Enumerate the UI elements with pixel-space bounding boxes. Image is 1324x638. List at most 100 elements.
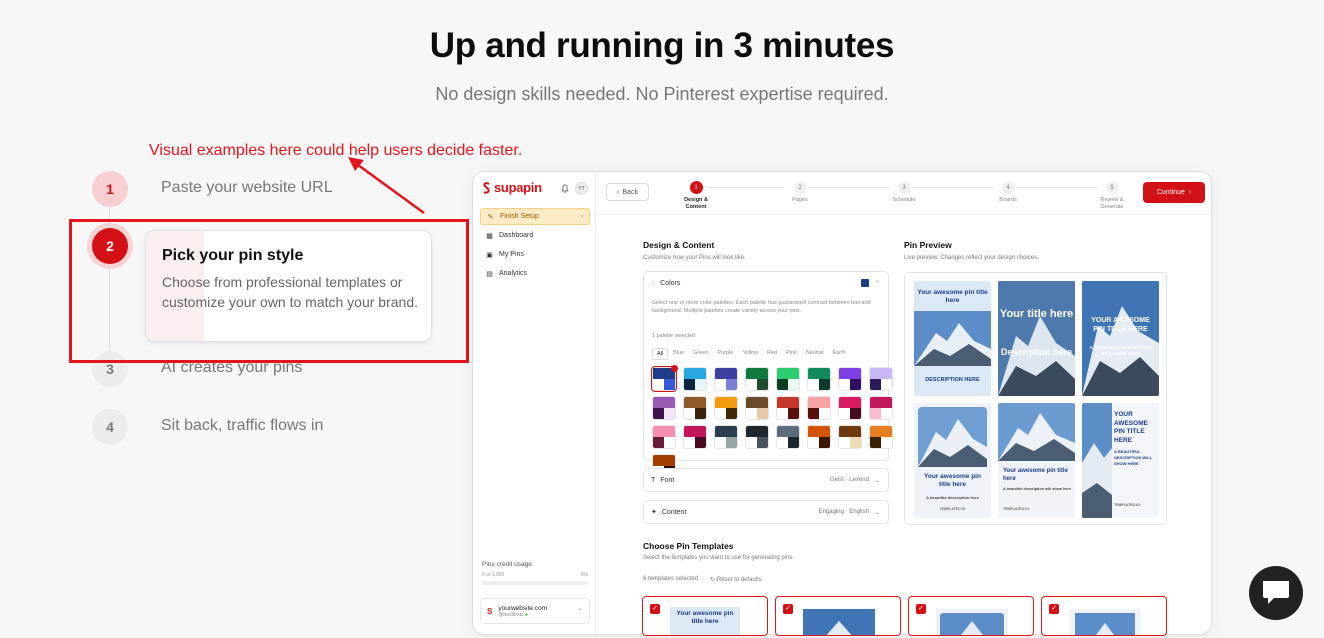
logo[interactable]: supapin: [482, 180, 542, 195]
back-button[interactable]: ‹ Back: [606, 183, 649, 201]
color-palette-swatch[interactable]: [807, 396, 831, 420]
chevron-down-icon: ⌄: [874, 477, 880, 484]
color-palette-swatch[interactable]: [807, 425, 831, 449]
site-switcher[interactable]: S yourwebsite.com @bestfindz ● ⌃: [480, 598, 590, 624]
supapin-logo-icon: [483, 181, 490, 194]
credit-percent: 0%: [580, 572, 588, 578]
filter-yellow[interactable]: Yellow: [738, 348, 762, 360]
step-1[interactable]: 1 Paste your website URL: [92, 171, 333, 207]
pin-preview-4[interactable]: Your awesome pin title here A beautiful …: [914, 403, 991, 518]
color-palette-swatch[interactable]: [714, 367, 738, 391]
chevron-right-icon: ›: [581, 213, 583, 220]
avatar[interactable]: YT: [575, 182, 588, 195]
color-palette-swatch[interactable]: [652, 396, 676, 420]
color-palette-swatch[interactable]: [776, 396, 800, 420]
template-checkbox[interactable]: ✓: [1049, 604, 1059, 614]
chart-icon: ▤: [486, 270, 493, 278]
color-palette-swatch[interactable]: [745, 396, 769, 420]
image-icon: ▣: [486, 251, 493, 259]
nav-item-analytics[interactable]: ▤ Analytics: [480, 265, 590, 282]
step-4[interactable]: 4 Sit back, traffic flows in: [92, 409, 323, 445]
color-palette-swatch[interactable]: [714, 396, 738, 420]
color-palette-swatch[interactable]: [776, 425, 800, 449]
filter-green[interactable]: Green: [689, 348, 712, 360]
color-palette-swatch[interactable]: [683, 367, 707, 391]
color-palette-swatch[interactable]: [651, 365, 678, 392]
template-checkbox[interactable]: ✓: [916, 604, 926, 614]
sparkle-icon: ✦: [651, 509, 657, 516]
filter-blue[interactable]: Blue: [669, 348, 688, 360]
preview-title: Pin Preview: [904, 240, 952, 250]
template-card-3[interactable]: ✓: [908, 596, 1034, 636]
content-panel[interactable]: ✦ Content Engaging · English ⌄: [643, 500, 889, 524]
chevron-down-icon: ⌄: [874, 509, 880, 516]
color-palette-swatch[interactable]: [714, 425, 738, 449]
site-name: yourwebsite.com: [498, 604, 548, 612]
color-palette-swatch[interactable]: [807, 367, 831, 391]
colors-count: 1 palette selected: [652, 333, 696, 339]
color-palette-swatch[interactable]: [745, 367, 769, 391]
step-4-label: Sit back, traffic flows in: [161, 417, 324, 434]
pin-preview-3[interactable]: YOUR AWESOME PIN TITLE HERE A BEAUTIFUL …: [1082, 281, 1159, 396]
reset-defaults-link[interactable]: ↻ Reset to defaults: [710, 576, 762, 583]
filter-earth[interactable]: Earth: [829, 348, 850, 360]
step-1-number: 1: [92, 171, 128, 207]
sidebar: supapin YT ✎ Finish Setup › ▦ Dashboard …: [473, 172, 596, 634]
font-icon: T: [651, 476, 656, 484]
pin-preview-5[interactable]: Your awesome pin title here A beautiful …: [998, 403, 1075, 518]
color-palette-swatch[interactable]: [652, 425, 676, 449]
content-value: Engaging · English: [818, 509, 869, 515]
wizard-step-1[interactable]: 1 Design & Content: [673, 181, 719, 211]
filter-purple[interactable]: Purple: [713, 348, 737, 360]
wizard-step-3[interactable]: 3 Schedule: [881, 181, 927, 204]
color-palette-swatch[interactable]: [745, 425, 769, 449]
font-panel[interactable]: T Font Geist · Lexend ⌄: [643, 468, 889, 492]
filter-all[interactable]: All: [652, 348, 669, 360]
wizard-step-4[interactable]: 4 Boards: [985, 181, 1031, 204]
templates-meta: 6 templates selected ↻ Reset to defaults: [643, 576, 762, 583]
content-label: Content: [661, 508, 687, 516]
wizard-main: Design & Content Customize how your Pins…: [596, 215, 1211, 634]
wizard-step-5[interactable]: 5 Review & Generate: [1089, 181, 1135, 211]
template-1-title: Your awesome pin title here: [676, 610, 734, 625]
site-handle: @bestfindz ●: [498, 611, 528, 618]
pin-preview-6[interactable]: YOUR AWESOME PIN TITLE HERE A BEAUTIFUL …: [1082, 403, 1159, 518]
design-title: Design & Content: [643, 240, 715, 250]
color-palette-swatch[interactable]: [838, 425, 862, 449]
wizard-step-2[interactable]: 2 Pages: [777, 181, 823, 204]
bell-icon[interactable]: [561, 184, 569, 193]
annotation-arrow-icon: [348, 157, 425, 215]
step-4-number: 4: [92, 409, 128, 445]
colors-label: Colors: [660, 279, 681, 287]
nav-item-my-pins[interactable]: ▣ My Pins: [480, 246, 590, 263]
color-palette-swatch[interactable]: [683, 396, 707, 420]
templates-title: Choose Pin Templates: [643, 541, 734, 551]
palette-swatch-icon: [860, 279, 869, 287]
template-card-4[interactable]: ✓: [1041, 596, 1167, 636]
color-palette-swatch[interactable]: [776, 367, 800, 391]
logo-text: supapin: [494, 180, 542, 195]
template-card-1[interactable]: ✓ Your awesome pin title here: [642, 596, 768, 636]
filter-neutral[interactable]: Neutral: [802, 348, 828, 360]
continue-button[interactable]: Continue ›: [1143, 182, 1205, 203]
pin-preview-1[interactable]: Your awesome pin title here DESCRIPTION …: [914, 281, 991, 396]
template-checkbox[interactable]: ✓: [783, 604, 793, 614]
step-1-label: Paste your website URL: [161, 179, 333, 196]
palette-icon: ◌: [651, 279, 656, 287]
color-palette-swatch[interactable]: [869, 425, 893, 449]
color-palette-swatch[interactable]: [869, 367, 893, 391]
pin-preview-2[interactable]: Your title here Description here: [998, 281, 1075, 396]
color-palette-swatch[interactable]: [838, 396, 862, 420]
pencil-icon: ✎: [487, 213, 494, 221]
color-palette-swatch[interactable]: [683, 425, 707, 449]
template-card-2[interactable]: ✓: [775, 596, 901, 636]
nav-item-dashboard[interactable]: ▦ Dashboard: [480, 227, 590, 244]
filter-red[interactable]: Red: [763, 348, 781, 360]
nav-item-finish-setup[interactable]: ✎ Finish Setup ›: [480, 208, 590, 225]
filter-pink[interactable]: Pink: [782, 348, 801, 360]
chat-button[interactable]: [1249, 566, 1303, 620]
template-checkbox[interactable]: ✓: [650, 604, 660, 614]
colors-header[interactable]: ◌ Colors ⌃: [644, 272, 888, 294]
color-palette-swatch[interactable]: [838, 367, 862, 391]
color-palette-swatch[interactable]: [869, 396, 893, 420]
